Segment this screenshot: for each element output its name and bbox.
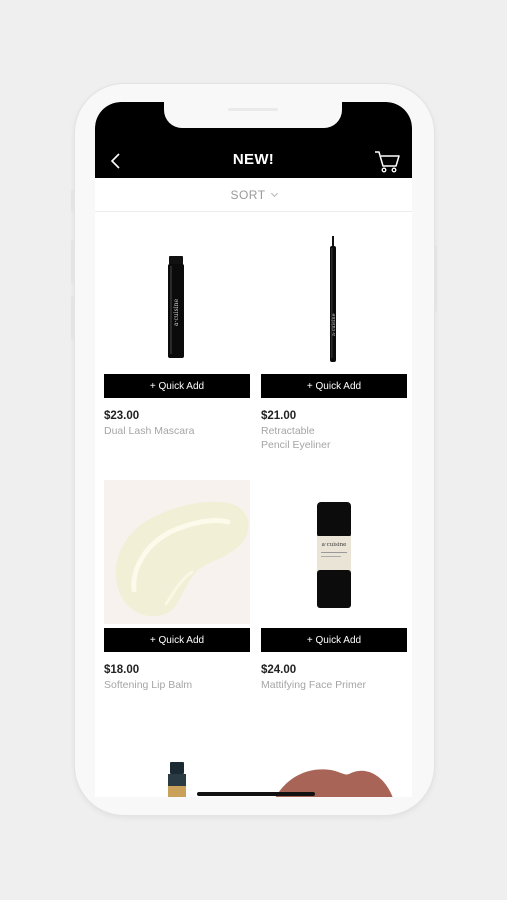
product-image-eyeliner[interactable]: a·cuisine	[261, 226, 407, 370]
product-name[interactable]: Retractable Pencil Eyeliner	[261, 425, 341, 452]
product-card[interactable]: a·cuisine + Quick Add $21.00 Retractable…	[261, 226, 407, 452]
product-price: $23.00	[104, 410, 140, 422]
quick-add-button[interactable]: + Quick Add	[104, 628, 250, 652]
sort-button[interactable]: SORT	[95, 178, 412, 212]
chevron-down-icon	[270, 189, 278, 197]
product-name[interactable]: Mattifying Face Primer	[261, 679, 407, 693]
svg-text:a·cuisine: a·cuisine	[322, 542, 347, 548]
product-image-lip-balm-swatch[interactable]	[104, 480, 250, 624]
cart-button[interactable]	[373, 148, 401, 174]
product-price: $24.00	[261, 664, 297, 676]
product-card[interactable]: + Quick Add $18.00 Softening Lip Balm	[104, 480, 250, 694]
page-title: NEW!	[232, 151, 275, 168]
product-price: $18.00	[104, 664, 140, 676]
quick-add-button[interactable]: + Quick Add	[104, 374, 250, 398]
phone-power-button	[434, 246, 437, 312]
product-card[interactable]: a·cuisine + Quick Add $23.00 Dual Lash M…	[104, 226, 250, 439]
product-name[interactable]: Dual Lash Mascara	[104, 425, 250, 439]
svg-text:a·cuisine: a·cuisine	[331, 313, 337, 336]
product-name[interactable]: Softening Lip Balm	[104, 679, 250, 693]
product-image-face-primer[interactable]: a·cuisine	[261, 480, 407, 624]
home-indicator[interactable]	[197, 792, 315, 796]
phone-mute-switch	[71, 190, 74, 212]
sort-label: SORT	[230, 187, 266, 202]
phone-notch	[164, 102, 342, 128]
product-image-serum-partial[interactable]	[165, 762, 189, 797]
quick-add-button[interactable]: + Quick Add	[261, 374, 407, 398]
product-price: $21.00	[261, 410, 297, 422]
phone-volume-up	[71, 240, 74, 284]
svg-text:a·cuisine: a·cuisine	[173, 299, 180, 326]
app-screen: NEW! SORT a·cuisine + Quick Add $23.00 D…	[95, 102, 412, 797]
phone-volume-down	[71, 296, 74, 340]
notch-speaker	[228, 108, 278, 111]
product-card[interactable]: a·cuisine + Quick Add $24.00 Mattifying …	[261, 480, 407, 694]
product-image-mascara[interactable]: a·cuisine	[104, 226, 250, 370]
quick-add-button[interactable]: + Quick Add	[261, 628, 407, 652]
cart-icon	[375, 151, 400, 173]
app-header: NEW!	[95, 102, 412, 178]
